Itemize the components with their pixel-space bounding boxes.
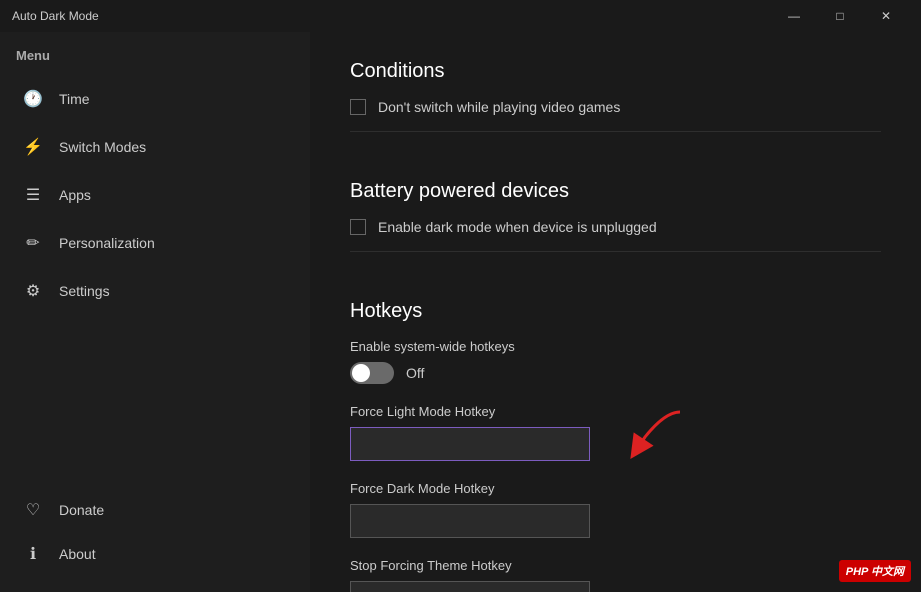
- dark-mode-unplugged-row: Enable dark mode when device is unplugge…: [350, 219, 881, 235]
- apps-icon: ☰: [23, 185, 43, 205]
- sidebar-item-donate[interactable]: ♡ Donate: [0, 488, 310, 532]
- menu-label: Menu: [0, 40, 310, 75]
- sidebar-item-apps[interactable]: ☰ Apps: [0, 171, 310, 219]
- stop-forcing-label: Stop Forcing Theme Hotkey: [350, 558, 881, 573]
- main-content: Conditions Don't switch while playing vi…: [310, 32, 921, 592]
- app-container: Menu 🕐 Time ⚡ Switch Modes ☰ Apps ✏ Pers…: [0, 32, 921, 592]
- force-light-container: [350, 427, 590, 481]
- force-dark-input[interactable]: [350, 504, 590, 538]
- sidebar-item-time[interactable]: 🕐 Time: [0, 75, 310, 123]
- sidebar-item-apps-label: Apps: [59, 187, 91, 203]
- php-watermark: PHP 中文网: [839, 560, 911, 582]
- hotkeys-title: Hotkeys: [350, 272, 881, 339]
- sidebar-item-settings-label: Settings: [59, 283, 110, 299]
- title-bar: Auto Dark Mode — □ ✕: [0, 0, 921, 32]
- toggle-knob: [352, 364, 370, 382]
- stop-forcing-input[interactable]: [350, 581, 590, 592]
- sidebar-item-switch-modes-label: Switch Modes: [59, 139, 146, 155]
- sidebar: Menu 🕐 Time ⚡ Switch Modes ☰ Apps ✏ Pers…: [0, 32, 310, 592]
- minimize-button[interactable]: —: [771, 0, 817, 32]
- video-games-label: Don't switch while playing video games: [378, 99, 620, 115]
- force-dark-label: Force Dark Mode Hotkey: [350, 481, 881, 496]
- sidebar-item-time-label: Time: [59, 91, 90, 107]
- sidebar-item-about-label: About: [59, 546, 96, 562]
- video-games-checkbox[interactable]: [350, 99, 366, 115]
- force-light-label: Force Light Mode Hotkey: [350, 404, 881, 419]
- divider-2: [350, 251, 881, 252]
- time-icon: 🕐: [23, 89, 43, 109]
- dark-mode-unplugged-label: Enable dark mode when device is unplugge…: [378, 219, 657, 235]
- toggle-label: Off: [406, 365, 424, 381]
- bolt-icon: ⚡: [23, 137, 43, 157]
- about-icon: ℹ: [23, 544, 43, 564]
- sidebar-item-about[interactable]: ℹ About: [0, 532, 310, 576]
- system-hotkeys-toggle[interactable]: [350, 362, 394, 384]
- personalization-icon: ✏: [23, 233, 43, 253]
- divider-1: [350, 131, 881, 132]
- sidebar-bottom: ♡ Donate ℹ About: [0, 488, 310, 592]
- sidebar-item-settings[interactable]: ⚙ Settings: [0, 267, 310, 315]
- app-title: Auto Dark Mode: [12, 9, 771, 23]
- system-hotkeys-label: Enable system-wide hotkeys: [350, 339, 881, 354]
- sidebar-item-personalization[interactable]: ✏ Personalization: [0, 219, 310, 267]
- toggle-row: Off: [350, 362, 881, 384]
- donate-icon: ♡: [23, 500, 43, 520]
- dark-mode-unplugged-checkbox[interactable]: [350, 219, 366, 235]
- settings-icon: ⚙: [23, 281, 43, 301]
- battery-title: Battery powered devices: [350, 152, 881, 219]
- sidebar-item-donate-label: Donate: [59, 502, 104, 518]
- sidebar-item-switch-modes[interactable]: ⚡ Switch Modes: [0, 123, 310, 171]
- close-button[interactable]: ✕: [863, 0, 909, 32]
- conditions-title: Conditions: [350, 32, 881, 99]
- video-games-row: Don't switch while playing video games: [350, 99, 881, 115]
- maximize-button[interactable]: □: [817, 0, 863, 32]
- sidebar-item-personalization-label: Personalization: [59, 235, 155, 251]
- force-light-input[interactable]: [350, 427, 590, 461]
- window-controls: — □ ✕: [771, 0, 909, 32]
